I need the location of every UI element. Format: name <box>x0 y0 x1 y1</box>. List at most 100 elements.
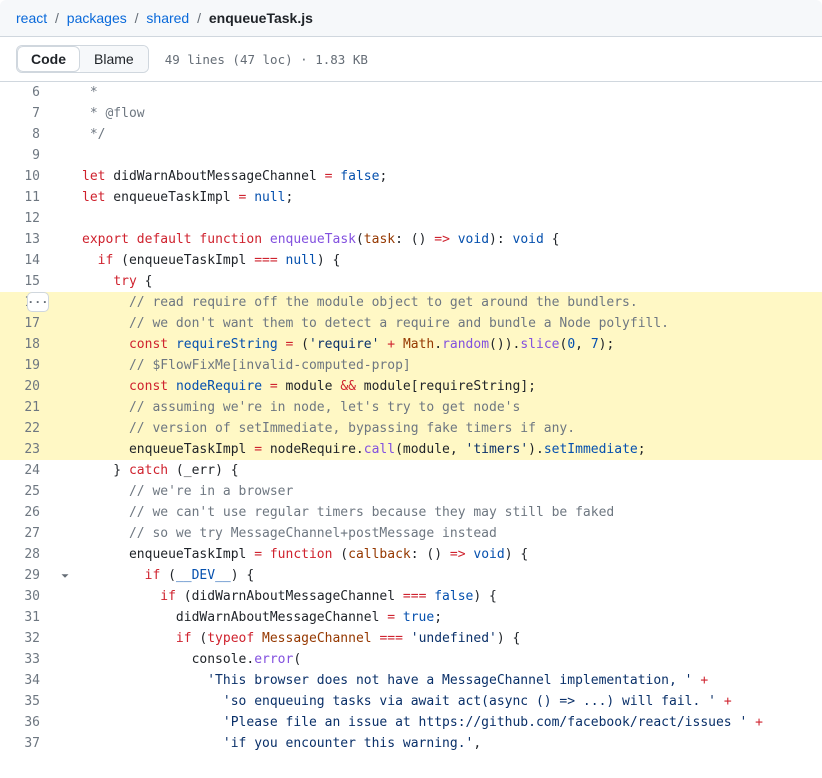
code-content[interactable]: enqueueTaskImpl = function (callback: ()… <box>76 544 528 565</box>
line-number[interactable]: 32 <box>0 628 58 649</box>
code-line[interactable]: 34 'This browser does not have a Message… <box>0 670 822 691</box>
code-line[interactable]: 25 // we're in a browser <box>0 481 822 502</box>
fold-toggle[interactable] <box>58 565 76 586</box>
code-content[interactable] <box>76 208 82 229</box>
breadcrumb-link-0[interactable]: react <box>16 10 47 26</box>
line-number[interactable]: 29 <box>0 565 58 586</box>
code-content[interactable]: didWarnAboutMessageChannel = true; <box>76 607 442 628</box>
code-content[interactable]: if (didWarnAboutMessageChannel === false… <box>76 586 497 607</box>
code-line[interactable]: 19 // $FlowFixMe[invalid-computed-prop] <box>0 355 822 376</box>
code-content[interactable]: if (__DEV__) { <box>76 565 254 586</box>
code-line[interactable]: 8 */ <box>0 124 822 145</box>
code-line[interactable]: 14 if (enqueueTaskImpl === null) { <box>0 250 822 271</box>
line-number[interactable]: 15 <box>0 271 58 292</box>
code-content[interactable]: * @flow <box>76 103 145 124</box>
code-content[interactable]: let enqueueTaskImpl = null; <box>76 187 293 208</box>
code-line[interactable]: 10 let didWarnAboutMessageChannel = false… <box>0 166 822 187</box>
code-line[interactable]: 18 const requireString = ('require' + Ma… <box>0 334 822 355</box>
line-number[interactable]: 34 <box>0 670 58 691</box>
line-actions-button[interactable]: ··· <box>27 292 49 312</box>
code-line[interactable]: 23 enqueueTaskImpl = nodeRequire.call(mo… <box>0 439 822 460</box>
line-number[interactable]: 36 <box>0 712 58 733</box>
code-content[interactable]: * <box>76 82 98 103</box>
code-line[interactable]: 29 if (__DEV__) { <box>0 565 822 586</box>
code-content[interactable]: 'Please file an issue at https://github.… <box>76 712 763 733</box>
code-line[interactable]: 27 // so we try MessageChannel+postMessa… <box>0 523 822 544</box>
line-number[interactable]: 17 <box>0 313 58 334</box>
code-content[interactable]: } catch (_err) { <box>76 460 239 481</box>
code-content[interactable]: 'This browser does not have a MessageCha… <box>76 670 708 691</box>
code-content[interactable]: */ <box>76 124 105 145</box>
code-line[interactable]: 7 * @flow <box>0 103 822 124</box>
code-line[interactable]: 28 enqueueTaskImpl = function (callback:… <box>0 544 822 565</box>
line-number[interactable]: 20 <box>0 376 58 397</box>
code-content[interactable]: enqueueTaskImpl = nodeRequire.call(modul… <box>76 439 646 460</box>
code-line[interactable]: 6 * <box>0 82 822 103</box>
code-viewer[interactable]: 6 *7 * @flow8 */910let didWarnAboutMessa… <box>0 82 822 754</box>
code-line[interactable]: 22 // version of setImmediate, bypassing… <box>0 418 822 439</box>
line-number[interactable]: 13 <box>0 229 58 250</box>
code-content[interactable]: if (typeof MessageChannel === 'undefined… <box>76 628 520 649</box>
line-number[interactable]: 21 <box>0 397 58 418</box>
code-content[interactable]: 'so enqueuing tasks via await act(async … <box>76 691 732 712</box>
code-line[interactable]: 12 <box>0 208 822 229</box>
line-number[interactable]: 22 <box>0 418 58 439</box>
code-content[interactable]: // $FlowFixMe[invalid-computed-prop] <box>76 355 411 376</box>
code-line[interactable]: 11 let enqueueTaskImpl = null; <box>0 187 822 208</box>
code-content[interactable]: const nodeRequire = module && module[req… <box>76 376 536 397</box>
code-line[interactable]: 20 const nodeRequire = module && module[… <box>0 376 822 397</box>
code-content[interactable]: // we're in a browser <box>76 481 293 502</box>
code-line[interactable]: 36 'Please file an issue at https://gith… <box>0 712 822 733</box>
code-content[interactable]: 'if you encounter this warning.', <box>76 733 481 754</box>
line-number[interactable]: 25 <box>0 481 58 502</box>
code-line[interactable]: 13 export default function enqueueTask(ta… <box>0 229 822 250</box>
line-number[interactable]: 11 <box>0 187 58 208</box>
code-content[interactable]: // so we try MessageChannel+postMessage … <box>76 523 497 544</box>
line-number[interactable]: 37 <box>0 733 58 754</box>
code-content[interactable]: export default function enqueueTask(task… <box>76 229 560 250</box>
code-content[interactable]: // version of setImmediate, bypassing fa… <box>76 418 575 439</box>
line-number[interactable]: 30 <box>0 586 58 607</box>
code-line[interactable]: 15 try { <box>0 271 822 292</box>
breadcrumb-link-1[interactable]: packages <box>67 10 127 26</box>
code-line[interactable]: 21 // assuming we're in node, let's try … <box>0 397 822 418</box>
code-content[interactable] <box>76 145 82 166</box>
code-tab-button[interactable]: Code <box>17 46 80 72</box>
line-number[interactable]: 31 <box>0 607 58 628</box>
line-number[interactable]: 14 <box>0 250 58 271</box>
line-number[interactable]: 9 <box>0 145 58 166</box>
code-line[interactable]: 17 // we don't want them to detect a req… <box>0 313 822 334</box>
line-number[interactable]: 8 <box>0 124 58 145</box>
line-number[interactable]: 24 <box>0 460 58 481</box>
code-line[interactable]: 35 'so enqueuing tasks via await act(asy… <box>0 691 822 712</box>
code-line[interactable]: 26 // we can't use regular timers becaus… <box>0 502 822 523</box>
line-number[interactable]: 7 <box>0 103 58 124</box>
line-number[interactable]: 18 <box>0 334 58 355</box>
line-number[interactable]: 19 <box>0 355 58 376</box>
code-line[interactable]: 9 <box>0 145 822 166</box>
code-content[interactable]: let didWarnAboutMessageChannel = false; <box>76 166 387 187</box>
line-number[interactable]: 12 <box>0 208 58 229</box>
line-number[interactable]: 33 <box>0 649 58 670</box>
code-line[interactable]: 30 if (didWarnAboutMessageChannel === fa… <box>0 586 822 607</box>
line-number[interactable]: 35 <box>0 691 58 712</box>
breadcrumb-link-2[interactable]: shared <box>146 10 189 26</box>
code-line[interactable]: 16 // read require off the module object… <box>0 292 822 313</box>
line-number[interactable]: 10 <box>0 166 58 187</box>
code-line[interactable]: 31 didWarnAboutMessageChannel = true; <box>0 607 822 628</box>
code-content[interactable]: if (enqueueTaskImpl === null) { <box>76 250 340 271</box>
line-number[interactable]: 27 <box>0 523 58 544</box>
code-line[interactable]: 37 'if you encounter this warning.', <box>0 733 822 754</box>
code-content[interactable]: // we can't use regular timers because t… <box>76 502 614 523</box>
line-number[interactable]: 23 <box>0 439 58 460</box>
code-content[interactable]: try { <box>76 271 152 292</box>
code-content[interactable]: // we don't want them to detect a requir… <box>76 313 669 334</box>
code-content[interactable]: const requireString = ('require' + Math.… <box>76 334 614 355</box>
code-line[interactable]: 33 console.error( <box>0 649 822 670</box>
line-number[interactable]: 28 <box>0 544 58 565</box>
code-line[interactable]: 24 } catch (_err) { <box>0 460 822 481</box>
blame-tab-button[interactable]: Blame <box>80 46 148 72</box>
code-content[interactable]: // read require off the module object to… <box>76 292 638 313</box>
line-number[interactable]: 6 <box>0 82 58 103</box>
code-content[interactable]: // assuming we're in node, let's try to … <box>76 397 520 418</box>
